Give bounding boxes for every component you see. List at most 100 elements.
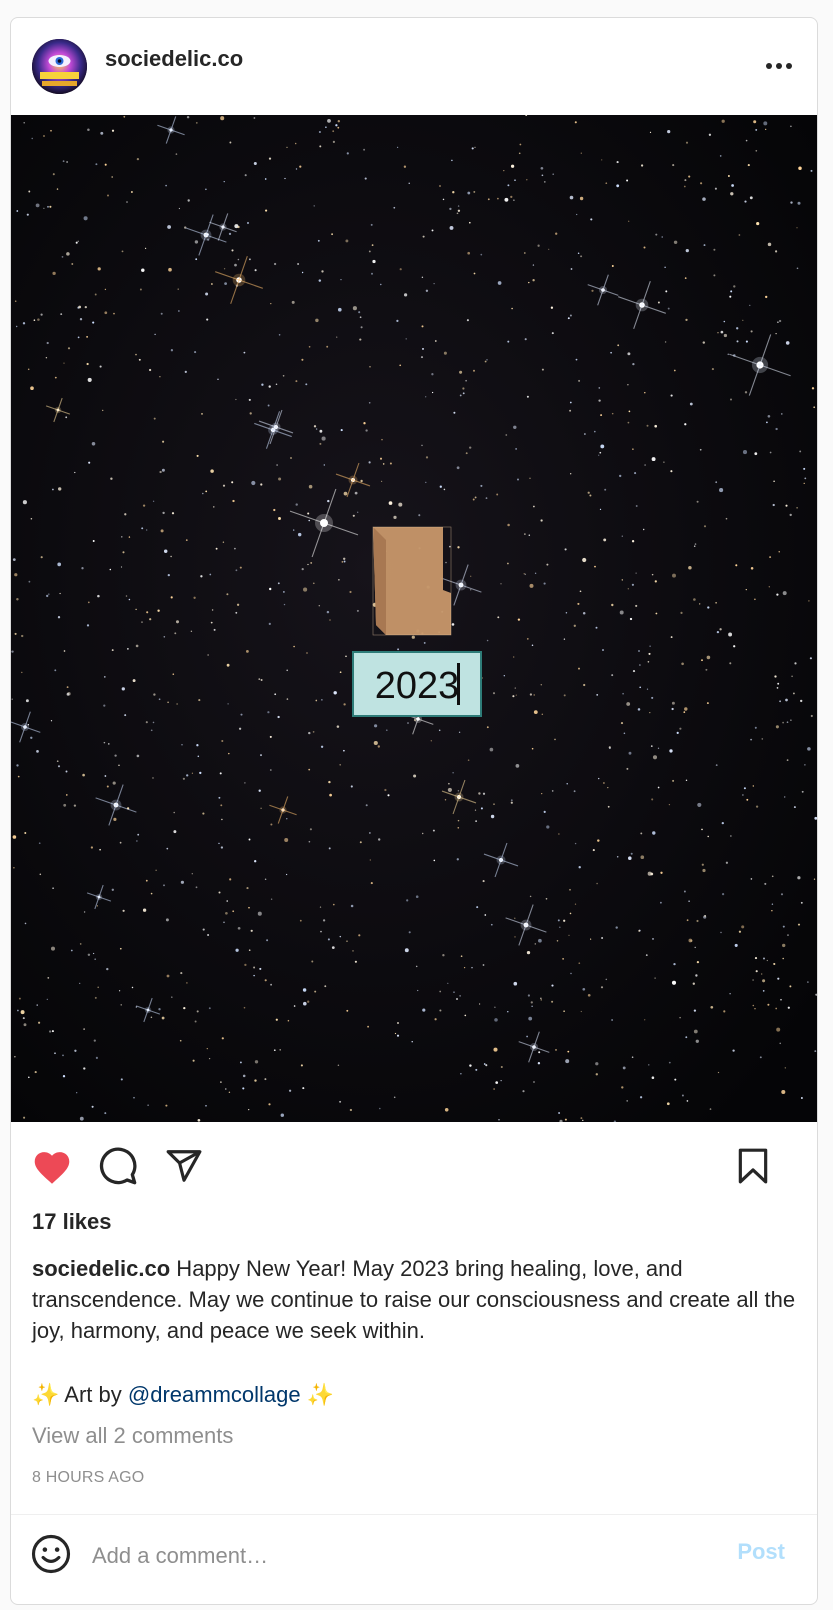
star	[319, 145, 322, 148]
star	[745, 340, 748, 343]
star	[497, 281, 502, 285]
view-comments-link[interactable]: View all 2 comments	[32, 1423, 233, 1449]
star	[59, 592, 61, 595]
star	[380, 480, 383, 483]
star	[537, 1062, 541, 1065]
star	[370, 882, 373, 885]
heart-icon[interactable]	[30, 1144, 74, 1188]
avatar[interactable]	[32, 39, 87, 94]
star	[219, 772, 222, 775]
star	[750, 738, 753, 741]
star	[679, 727, 682, 730]
star	[377, 745, 380, 748]
star	[413, 774, 417, 778]
star	[357, 511, 359, 513]
star	[749, 304, 751, 307]
comment-input[interactable]	[90, 1537, 684, 1575]
star	[399, 268, 402, 271]
star	[646, 424, 649, 427]
star	[600, 414, 603, 417]
star	[423, 641, 426, 644]
star	[218, 891, 221, 894]
star	[616, 856, 619, 858]
star	[688, 565, 692, 570]
star	[706, 702, 709, 705]
star	[787, 934, 789, 936]
star	[24, 831, 27, 835]
star	[370, 223, 373, 226]
star	[681, 662, 684, 666]
star	[307, 563, 309, 566]
star	[587, 491, 590, 494]
likes-count[interactable]: 17 likes	[32, 1209, 112, 1235]
star	[165, 184, 167, 187]
mention-link[interactable]: @dreammcollage	[128, 1382, 301, 1407]
star	[750, 330, 753, 333]
star	[286, 698, 289, 700]
share-icon[interactable]	[162, 1144, 206, 1188]
star	[804, 764, 806, 766]
star	[507, 184, 510, 187]
star	[473, 272, 476, 275]
star	[475, 1068, 478, 1071]
star	[235, 611, 238, 614]
star	[394, 1032, 397, 1035]
star	[652, 937, 654, 940]
post-username[interactable]: sociedelic.co	[105, 46, 243, 72]
star	[781, 1089, 786, 1095]
post-comment-button[interactable]: Post	[737, 1539, 785, 1565]
star	[87, 128, 90, 131]
star	[109, 568, 112, 571]
star	[693, 545, 696, 547]
star	[773, 962, 776, 966]
star	[411, 1041, 413, 1043]
star	[312, 731, 315, 733]
star	[359, 841, 362, 844]
post-timestamp[interactable]: 8 HOURS AGO	[32, 1469, 144, 1487]
caption-username[interactable]: sociedelic.co	[32, 1256, 170, 1281]
star	[24, 922, 27, 925]
comment-icon[interactable]	[96, 1144, 140, 1188]
star	[596, 693, 599, 696]
star	[122, 551, 125, 554]
star	[583, 683, 586, 687]
star	[148, 368, 152, 372]
star	[345, 655, 347, 658]
post-image[interactable]: 2023	[11, 115, 817, 1122]
star	[705, 668, 708, 671]
star	[771, 875, 774, 878]
star	[683, 711, 686, 713]
star	[196, 744, 199, 747]
star	[167, 701, 169, 704]
star	[222, 484, 226, 487]
star	[279, 1049, 281, 1051]
star	[23, 1023, 27, 1027]
star	[514, 179, 516, 182]
star	[644, 1019, 646, 1021]
star	[493, 1088, 495, 1090]
star	[480, 484, 483, 487]
star	[754, 957, 758, 960]
folder-icon	[372, 526, 452, 636]
star	[248, 1108, 250, 1111]
star	[190, 630, 193, 632]
emoji-icon[interactable]	[30, 1533, 74, 1577]
star	[762, 979, 766, 983]
star	[277, 715, 280, 719]
star	[205, 292, 209, 296]
star	[620, 722, 624, 725]
star	[146, 611, 149, 614]
star	[551, 1000, 554, 1003]
more-options-icon[interactable]	[759, 52, 799, 80]
bookmark-icon[interactable]	[731, 1144, 775, 1188]
star	[649, 645, 651, 647]
star	[220, 846, 224, 849]
star	[66, 692, 70, 696]
star	[324, 985, 327, 988]
star	[721, 821, 724, 825]
star	[360, 479, 363, 483]
star	[578, 667, 580, 670]
star	[555, 232, 558, 235]
star	[538, 1051, 541, 1054]
star	[665, 290, 668, 293]
